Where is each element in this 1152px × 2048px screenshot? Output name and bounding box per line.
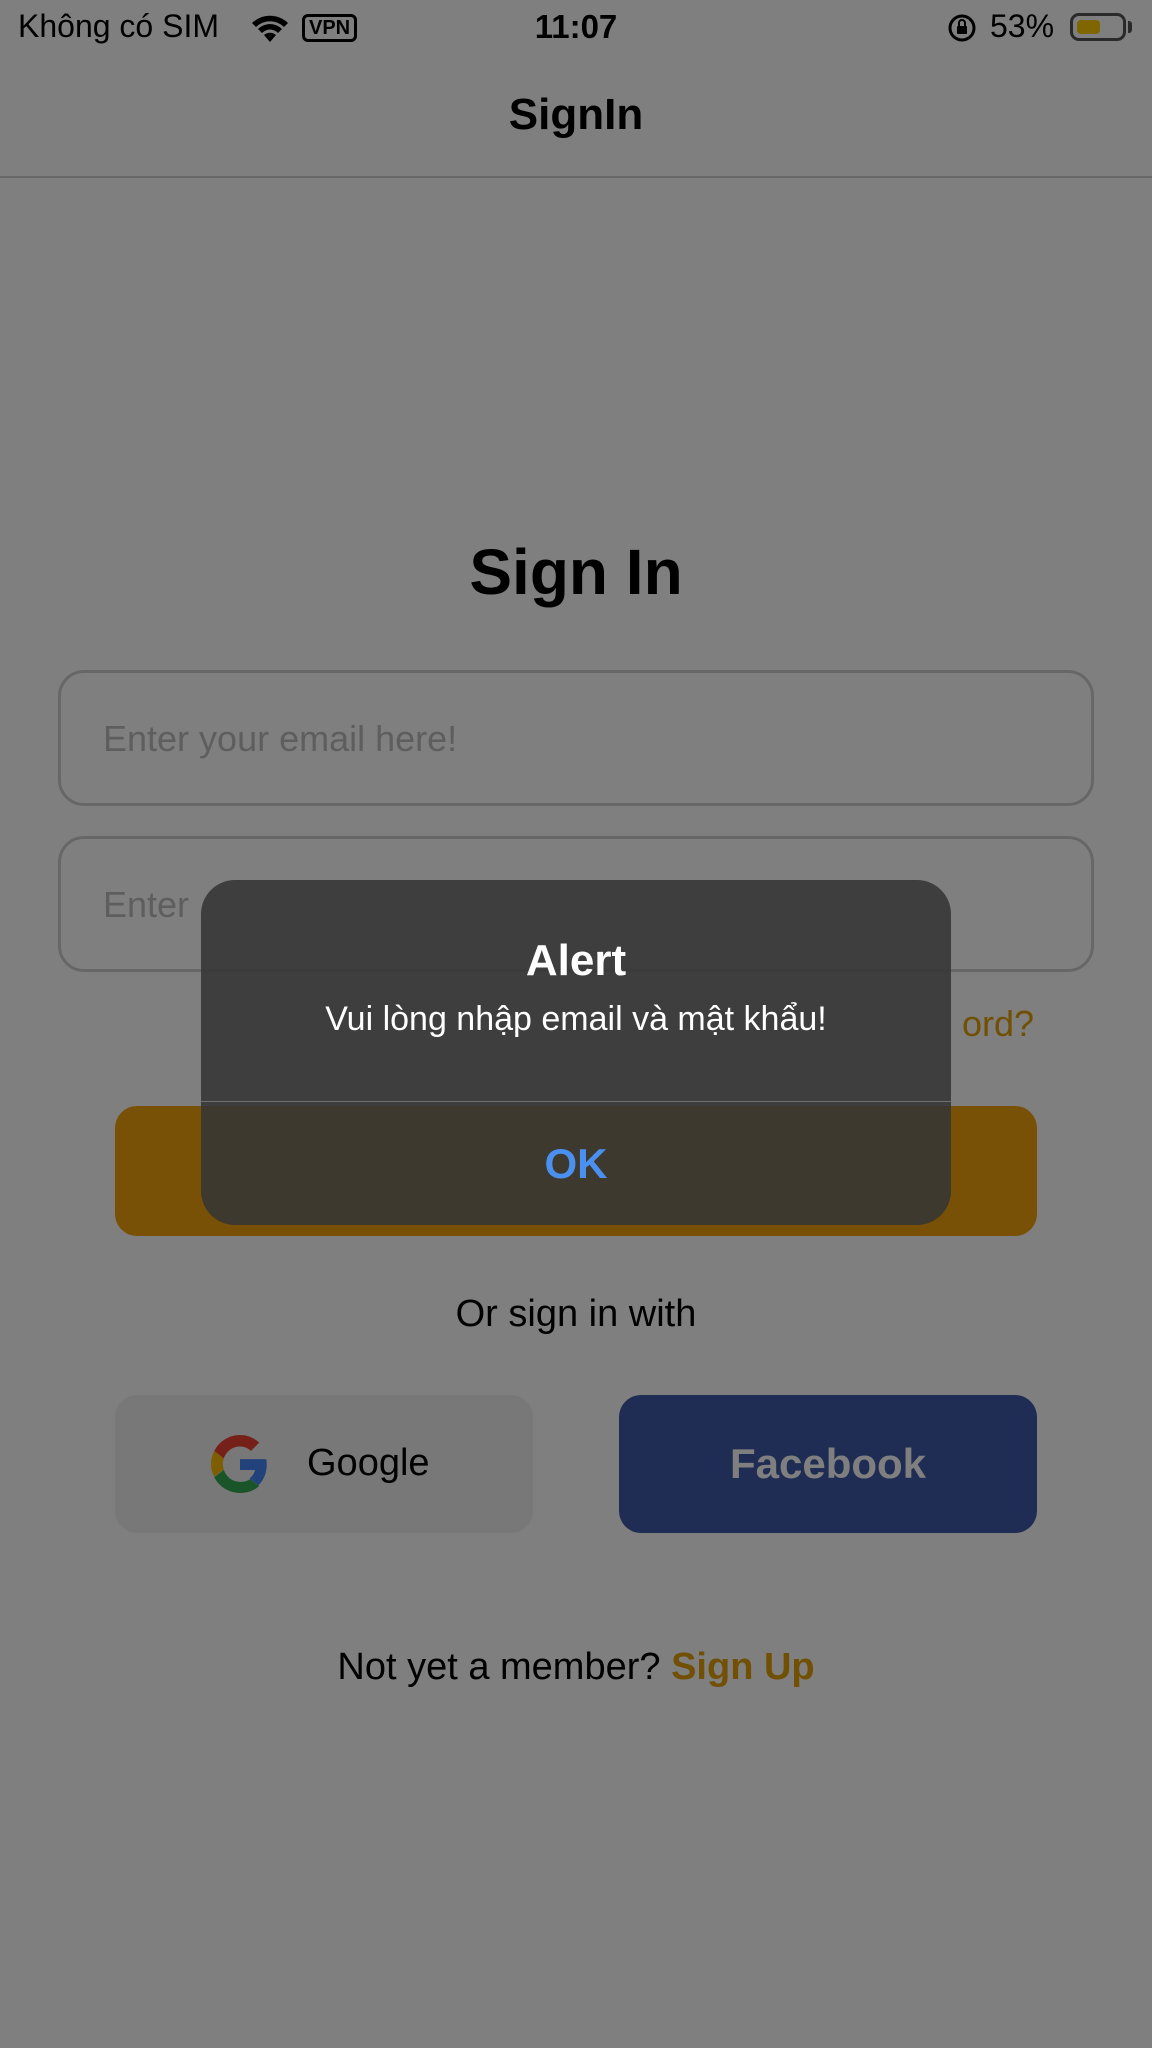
alert-dialog: Alert Vui lòng nhập email và mật khẩu! O… xyxy=(201,880,951,1225)
alert-title: Alert xyxy=(525,936,627,985)
alert-message: Vui lòng nhập email và mật khẩu! xyxy=(325,1000,827,1038)
alert-ok-button[interactable]: OK xyxy=(201,1102,951,1225)
